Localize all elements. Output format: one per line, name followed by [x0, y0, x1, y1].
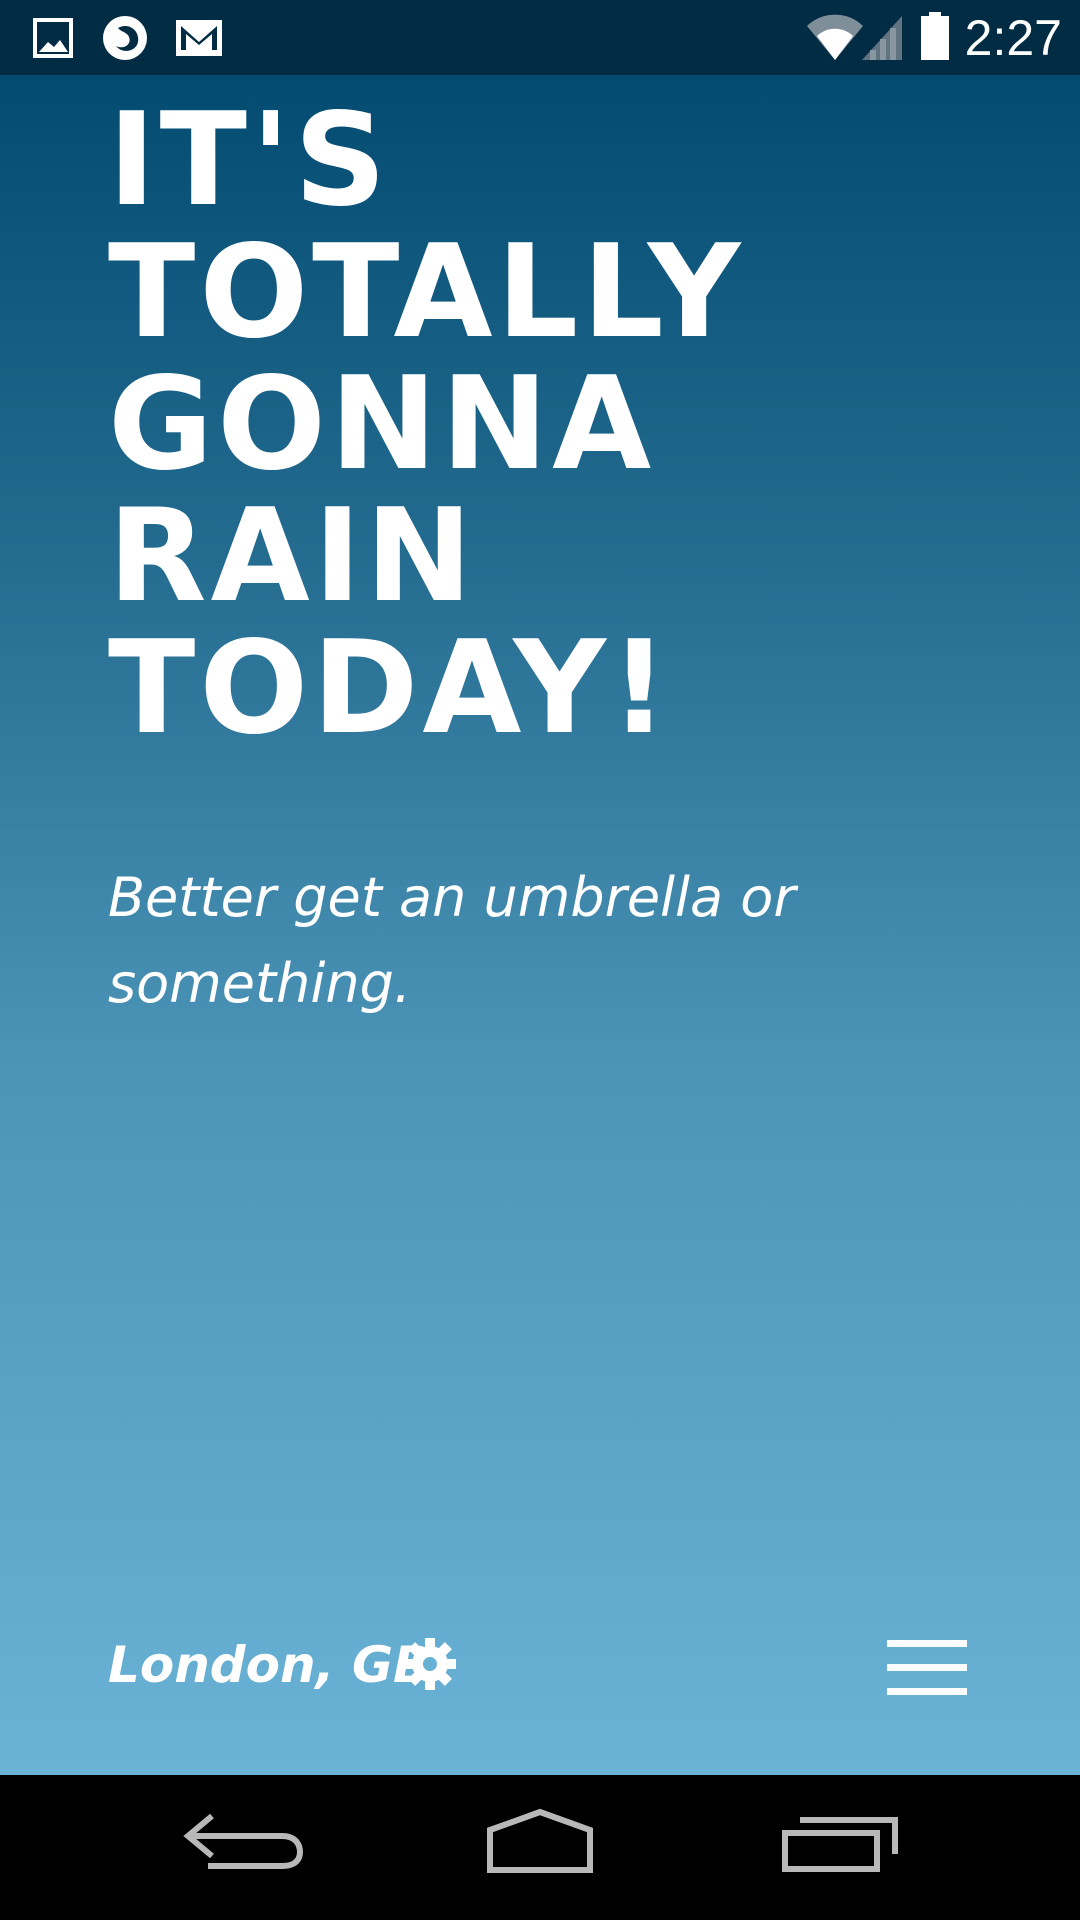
headline-line: GONNA — [108, 350, 656, 499]
weather-subtext: Better get an umbrella or something. — [108, 866, 796, 1015]
gear-icon[interactable] — [403, 1637, 457, 1691]
home-icon — [470, 1808, 610, 1899]
headline-line: IT'S — [108, 86, 391, 235]
menu-icon-bar — [887, 1664, 967, 1671]
menu-icon-bar — [887, 1688, 967, 1695]
navigation-bar — [0, 1775, 1080, 1920]
home-button[interactable] — [470, 1800, 610, 1895]
menu-button[interactable] — [885, 1635, 970, 1700]
location-label: London, GB — [108, 1636, 432, 1694]
weather-headline: IT'S TOTALLY GONNA RAIN TODAY! — [108, 95, 744, 755]
back-button[interactable] — [170, 1800, 310, 1895]
location-row: London, GB — [0, 1610, 1080, 1720]
headline-line: TODAY! — [108, 614, 673, 763]
firefox-icon — [98, 12, 152, 62]
battery-icon — [918, 12, 952, 62]
headline-line: RAIN — [108, 482, 477, 631]
status-time: 2:27 — [964, 10, 1062, 66]
headline-line: TOTALLY — [108, 218, 745, 367]
back-icon — [170, 1813, 310, 1899]
gmail-icon — [172, 12, 226, 62]
status-bar: 2:27 — [0, 0, 1080, 75]
weather-panel: IT'S TOTALLY GONNA RAIN TODAY! Better ge… — [0, 75, 1080, 1775]
recent-apps-button[interactable] — [770, 1800, 910, 1895]
menu-icon-bar — [887, 1640, 967, 1647]
image-notification-icon — [30, 12, 78, 62]
recent-apps-icon — [770, 1817, 910, 1899]
cell-signal-icon — [860, 12, 904, 62]
wifi-icon — [805, 12, 865, 62]
app-screen: 2:27 IT'S TOTALLY GONNA RAIN TODAY! Bett… — [0, 0, 1080, 1920]
